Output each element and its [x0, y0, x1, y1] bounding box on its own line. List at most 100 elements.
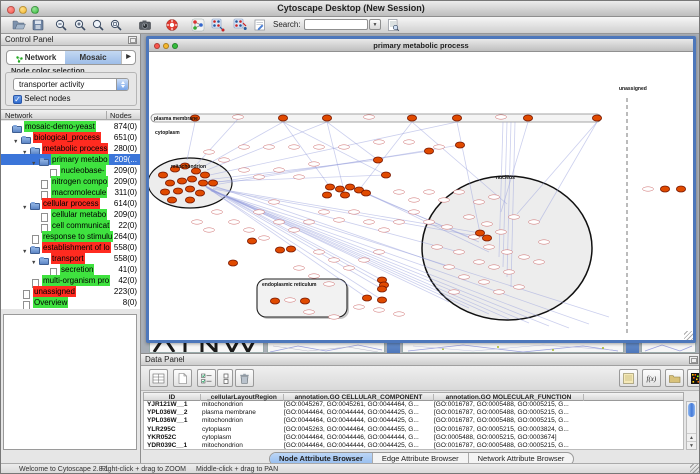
table-cell: plasma membrane — [202, 409, 282, 417]
tree-row[interactable]: ▼cellular process614(0) — [1, 198, 140, 209]
scroll-down-button[interactable]: ▼ — [687, 441, 696, 449]
tree-item-label: mosaic-demo-yeast — [24, 121, 96, 132]
layout-network-a-icon[interactable] — [210, 18, 226, 33]
delete-attribute-icon[interactable] — [235, 369, 254, 387]
tree-item-node-count: 209(... — [114, 154, 137, 165]
tabs-overflow-button[interactable]: ▶ — [121, 51, 135, 64]
tree-row[interactable]: Overview8(0) — [1, 297, 140, 308]
tree-row[interactable]: ▼metabolic process280(0) — [1, 143, 140, 154]
select-attributes-icon[interactable] — [197, 369, 216, 387]
app-window: Cytoscape Desktop (New Session) Search: … — [0, 0, 700, 474]
table-cell: mitochondrion — [202, 442, 282, 450]
tree-item-label: cellular metabo — [51, 209, 107, 220]
table-cell: [GO:0016787, GO:0005488, GO:0005215, G..… — [434, 417, 582, 425]
float-panel-icon[interactable] — [128, 36, 137, 44]
notes-icon[interactable] — [619, 369, 638, 387]
open-icon[interactable] — [11, 18, 27, 33]
tree-row[interactable]: ▼transport558(0) — [1, 253, 140, 264]
select-nodes-row: ✓ Select nodes — [13, 94, 71, 104]
network-canvas[interactable]: plasma membranecytoplasmmitochondrionnuc… — [149, 52, 693, 340]
tree-row[interactable]: secretion41(0) — [1, 264, 140, 275]
network-view-window[interactable]: primary metabolic process plasma membran… — [146, 36, 696, 343]
tree-row[interactable]: nitrogen compo209(0) — [1, 176, 140, 187]
tree-item-label: response to stimulu — [42, 231, 113, 242]
select-nodes-checkbox[interactable]: ✓ — [13, 95, 22, 104]
svg-text:unassigned: unassigned — [619, 86, 647, 92]
snapshot-icon[interactable] — [137, 18, 153, 33]
search-dropdown-button[interactable]: ▼ — [369, 19, 381, 30]
svg-text:f(x): f(x) — [647, 375, 657, 383]
tree-row[interactable]: multi-organism pro42(0) — [1, 275, 140, 286]
network-window-title: primary metabolic process — [149, 41, 693, 50]
tree-row[interactable]: nucleobase-209(0) — [1, 165, 140, 176]
formula-icon[interactable]: f(x) — [642, 369, 661, 387]
birdseye-view-panel[interactable] — [3, 314, 137, 450]
import-attributes-icon[interactable] — [665, 369, 684, 387]
search-input[interactable] — [304, 19, 368, 30]
select-nodes-label: Select nodes — [24, 94, 70, 103]
tree-item-node-count: 874(0) — [114, 121, 137, 132]
control-panel: Control Panel Network Mosaic ▶ Node colo… — [1, 34, 141, 463]
zoom-fit-icon[interactable] — [90, 18, 106, 33]
network-tab-icon — [16, 54, 23, 61]
heatmap-icon[interactable] — [687, 369, 700, 387]
layout-network-b-icon[interactable] — [232, 18, 248, 33]
tree-row[interactable]: ▼biological_process651(0) — [1, 132, 140, 143]
enhanced-search-icon[interactable] — [385, 18, 401, 33]
table-cell: [GO:0016787, GO:0005215, GO:0003824, G..… — [434, 426, 582, 434]
control-panel-title: Control Panel — [5, 35, 53, 44]
table-row[interactable]: YPL036W__2plasma membrane[GO:0044464, GO… — [144, 409, 683, 417]
control-panel-tabs: Network Mosaic ▶ — [6, 50, 136, 65]
table-row[interactable]: YDR039C__1mitochondrion[GO:0044464, GO:0… — [144, 442, 683, 450]
tree-row[interactable]: ▼primary metabo209(... — [1, 154, 140, 165]
tree-item-label: unassigned — [33, 286, 76, 297]
tree-item-node-count: 614(0) — [114, 198, 137, 209]
search-label: Search: — [273, 20, 301, 29]
table-row[interactable]: YJR121W__1mitochondrion[GO:0045267, GO:0… — [144, 401, 683, 409]
scrollbar-thumb[interactable] — [688, 403, 695, 417]
table-cell: YDR039C__1 — [147, 442, 199, 450]
tree-item-node-count: 264(0) — [114, 231, 137, 242]
tree-item-node-count: 209(0) — [114, 176, 137, 187]
table-scrollbar[interactable]: ▲ ▼ — [686, 401, 697, 450]
new-attribute-icon[interactable] — [173, 369, 192, 387]
attribute-matrix-icon[interactable] — [149, 369, 168, 387]
window-resize-grip[interactable] — [684, 331, 693, 340]
zoom-selected-icon[interactable] — [108, 18, 124, 33]
tree-row[interactable]: cell communicat22(0) — [1, 220, 140, 231]
float-panel-icon[interactable] — [689, 356, 698, 364]
network-window-titlebar[interactable]: primary metabolic process — [149, 39, 693, 52]
data-panel-title: Data Panel — [145, 355, 185, 364]
tree-row[interactable]: mosaic-demo-yeast 874(0) — [1, 121, 140, 132]
tree-row[interactable]: cellular metabo209(0) — [1, 209, 140, 220]
zoom-in-icon[interactable] — [72, 18, 88, 33]
scroll-up-button[interactable]: ▲ — [687, 433, 696, 441]
vizmapper-icon[interactable] — [190, 18, 206, 33]
table-cell: YLR295C — [147, 426, 199, 434]
table-cell: cytoplasm — [202, 434, 282, 442]
tree-col-nodes[interactable]: Nodes — [106, 111, 132, 120]
table-row[interactable]: YPL036W__1mitochondrion[GO:0044464, GO:0… — [144, 417, 683, 425]
table-row[interactable]: YLR295Ccytoplasm[GO:0045263, GO:0044464,… — [144, 426, 683, 434]
tree-header: Network Nodes — [1, 109, 140, 120]
network-tree: mosaic-demo-yeast 874(0)▼biological_proce… — [1, 121, 140, 309]
save-icon[interactable] — [30, 18, 46, 33]
tree-row[interactable]: unassigned223(0) — [1, 286, 140, 297]
app-resize-grip[interactable] — [690, 464, 700, 474]
tree-col-network[interactable]: Network — [5, 111, 33, 120]
tree-item-label: Overview — [33, 297, 68, 308]
help-ring-icon[interactable] — [164, 18, 180, 33]
tree-row[interactable]: response to stimulu264(0) — [1, 231, 140, 242]
table-cell: YJR121W__1 — [147, 401, 199, 409]
tree-row[interactable]: ▼establishment of lo558(0) — [1, 242, 140, 253]
zoom-out-icon[interactable] — [53, 18, 69, 33]
annotation-icon[interactable] — [252, 18, 268, 33]
tree-row[interactable]: macromolecule311(0) — [1, 187, 140, 198]
data-panel-header: Data Panel — [141, 354, 700, 366]
table-row[interactable]: YKR052Ccytoplasm[GO:0044464, GO:0044446,… — [144, 434, 683, 442]
unselect-attributes-icon[interactable] — [217, 369, 233, 387]
node-color-dropdown[interactable]: transporter activity — [13, 78, 129, 91]
tab-mosaic[interactable]: Mosaic — [65, 51, 121, 64]
tab-network[interactable]: Network — [7, 51, 65, 64]
main-toolbar: Search: ▼ — [1, 17, 700, 34]
